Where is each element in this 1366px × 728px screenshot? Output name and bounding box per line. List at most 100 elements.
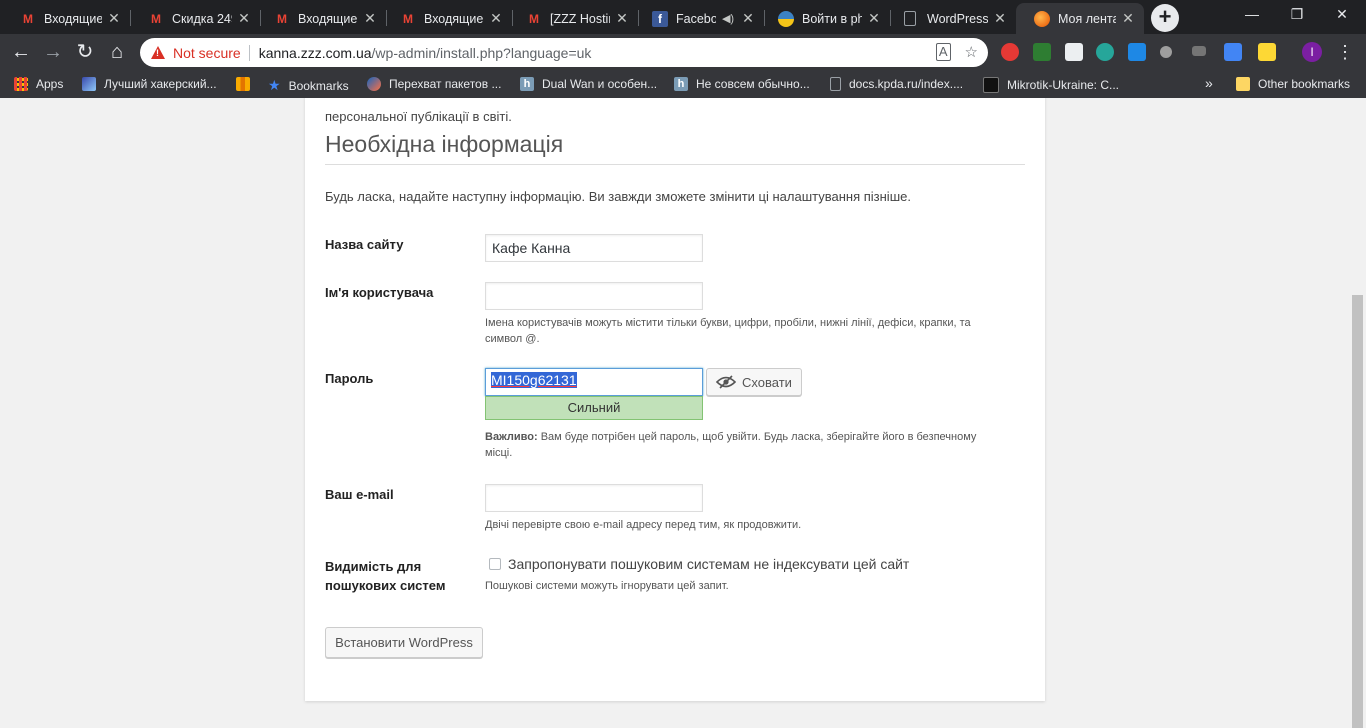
vpn-icon[interactable] xyxy=(1096,43,1114,61)
password-label: Пароль xyxy=(325,371,374,386)
bookmark-star-icon[interactable]: ☆ xyxy=(965,43,978,61)
close-icon[interactable]: ✕ xyxy=(488,10,504,27)
close-icon[interactable]: ✕ xyxy=(740,10,756,27)
google-translate-icon[interactable] xyxy=(1224,43,1242,61)
translate-icon[interactable]: A xyxy=(935,43,951,61)
divider xyxy=(325,164,1025,165)
cast-icon[interactable] xyxy=(1192,46,1206,56)
other-bookmarks[interactable]: Other bookmarks xyxy=(1236,77,1350,91)
close-icon[interactable]: ✕ xyxy=(362,10,378,27)
tab-phpmyadmin[interactable]: Войти в phj ✕ xyxy=(760,3,890,34)
tab-feed-active[interactable]: Моя лента ✕ xyxy=(1016,3,1144,34)
minimize-icon[interactable]: — xyxy=(1242,6,1262,22)
menu-icon[interactable]: ⋮ xyxy=(1334,41,1356,63)
page-icon xyxy=(830,77,841,91)
password-important-note: Важливо: Вам буде потрібен цей пароль, щ… xyxy=(485,429,985,461)
shark-icon xyxy=(367,77,381,91)
bookmark-packets[interactable]: Перехват пакетов ... xyxy=(367,77,501,91)
visibility-label-line1: Видимість для xyxy=(325,559,422,574)
tab-wordpress[interactable]: WordPress ✕ xyxy=(886,3,1016,34)
adblock-icon[interactable] xyxy=(1001,43,1019,61)
folder-icon xyxy=(1236,77,1250,91)
browser-toolbar: ← → ↻ ⌂ ! Not secure kanna.zzz.com.ua/wp… xyxy=(0,34,1366,71)
bookmark-unusual[interactable]: h Не совсем обычно... xyxy=(674,77,810,91)
omnibox-divider xyxy=(248,44,250,61)
bookmark-apps[interactable]: Apps xyxy=(14,77,63,91)
tab-title: Facebo xyxy=(676,11,716,26)
tab-gmail-inbox-3[interactable]: M Входящие ( ✕ xyxy=(382,3,512,34)
bookmark-label: Dual Wan и особен... xyxy=(542,77,658,91)
home-icon[interactable]: ⌂ xyxy=(106,41,128,63)
scrollbar-thumb[interactable] xyxy=(1352,295,1363,728)
tab-title: Входящие ( xyxy=(44,11,102,26)
profile-avatar[interactable]: I xyxy=(1302,42,1322,62)
forward-icon[interactable]: → xyxy=(42,41,64,63)
close-icon[interactable]: ✕ xyxy=(1120,10,1136,27)
email-label: Ваш e-mail xyxy=(325,487,394,502)
password-strength-meter: Сильний xyxy=(485,396,703,420)
bookmark-mikrotik[interactable]: Mikrotik-Ukraine: С... xyxy=(983,77,1119,93)
important-label: Важливо: xyxy=(485,431,538,443)
username-hint: Імена користувачів можуть містити тільки… xyxy=(485,317,971,345)
close-icon[interactable]: ✕ xyxy=(106,10,122,27)
wp-install-card: персональної публікації в світі. Необхід… xyxy=(305,98,1045,701)
extension-icon[interactable] xyxy=(1065,43,1083,61)
speaker-icon[interactable]: ◀) xyxy=(720,12,736,25)
bookmark-bookmarks[interactable]: ★ Bookmarks xyxy=(268,77,349,94)
notes-icon[interactable] xyxy=(1258,43,1276,61)
important-text: Вам буде потрібен цей пароль, щоб увійти… xyxy=(485,431,977,459)
tab-gmail-inbox-1[interactable]: M Входящие ( ✕ xyxy=(2,3,130,34)
password-input[interactable]: MI150g62131 xyxy=(485,368,703,396)
restore-icon[interactable]: ❐ xyxy=(1287,6,1307,23)
close-window-icon[interactable]: ✕ xyxy=(1332,6,1352,23)
tab-title: Входящие ( xyxy=(424,11,484,26)
bookmark-label: Лучший хакерский... xyxy=(104,77,217,91)
bookmark-dualwan[interactable]: h Dual Wan и особен... xyxy=(520,77,657,91)
username-input[interactable] xyxy=(485,282,703,310)
tab-gmail-inbox-2[interactable]: M Входящие ( ✕ xyxy=(256,3,386,34)
close-icon[interactable]: ✕ xyxy=(992,10,1008,27)
tab-title: Скидка 249 xyxy=(172,11,232,26)
tab-facebook[interactable]: f Facebo ◀) ✕ xyxy=(634,3,764,34)
discourage-search-label[interactable]: Запропонувати пошуковим системам не інде… xyxy=(508,556,909,572)
more-bookmarks-button[interactable]: » xyxy=(1205,75,1213,91)
reload-icon[interactable]: ↻ xyxy=(74,41,96,63)
close-icon[interactable]: ✕ xyxy=(236,10,252,27)
bookmark-analytics[interactable] xyxy=(236,77,258,91)
install-wordpress-button[interactable]: Встановити WordPress xyxy=(325,627,483,658)
site-title-input[interactable] xyxy=(485,234,703,262)
back-icon[interactable]: ← xyxy=(10,41,32,63)
page-icon xyxy=(904,11,916,26)
dropbox-icon[interactable] xyxy=(1128,43,1146,61)
gmail-icon: M xyxy=(277,11,287,26)
tab-gmail-discount[interactable]: M Скидка 249 ✕ xyxy=(130,3,260,34)
bookmark-label: Перехват пакетов ... xyxy=(389,77,502,91)
discourage-search-checkbox[interactable] xyxy=(489,558,501,570)
page-viewport: персональної публікації в світі. Необхід… xyxy=(0,98,1350,728)
close-icon[interactable]: ✕ xyxy=(866,10,882,27)
lock-extension-icon[interactable] xyxy=(1033,43,1051,61)
tab-title: Войти в phj xyxy=(802,11,862,26)
bookmark-label: Mikrotik-Ukraine: С... xyxy=(1007,78,1120,92)
bookmark-hacker[interactable]: Лучший хакерский... xyxy=(82,77,217,91)
email-input[interactable] xyxy=(485,484,703,512)
address-bar[interactable]: ! Not secure kanna.zzz.com.ua/wp-admin/i… xyxy=(140,38,988,67)
bookmark-label: Apps xyxy=(36,77,64,91)
habr-icon: h xyxy=(520,77,534,91)
new-tab-button[interactable]: + xyxy=(1151,4,1179,32)
password-value: MI150g62131 xyxy=(491,372,577,388)
tab-title: WordPress xyxy=(927,11,988,26)
sync-icon[interactable] xyxy=(1160,46,1172,58)
bookmark-kpda[interactable]: docs.kpda.ru/index.... xyxy=(830,77,963,91)
tab-strip: M Входящие ( ✕ M Скидка 249 ✕ M Входящие… xyxy=(0,0,1366,34)
gmail-icon: M xyxy=(529,11,539,26)
visibility-hint: Пошукові системи можуть ігнорувати цей з… xyxy=(485,580,729,592)
mikrotik-icon xyxy=(983,77,999,93)
close-icon[interactable]: ✕ xyxy=(614,10,630,27)
bookmark-image-icon xyxy=(82,77,96,91)
vertical-scrollbar[interactable] xyxy=(1350,98,1366,728)
username-label: Ім'я користувача xyxy=(325,285,434,300)
tab-gmail-hosting[interactable]: M [ZZZ Hostin ✕ xyxy=(508,3,638,34)
hide-password-button[interactable]: Сховати xyxy=(706,368,802,396)
security-label[interactable]: Not secure xyxy=(173,45,241,61)
